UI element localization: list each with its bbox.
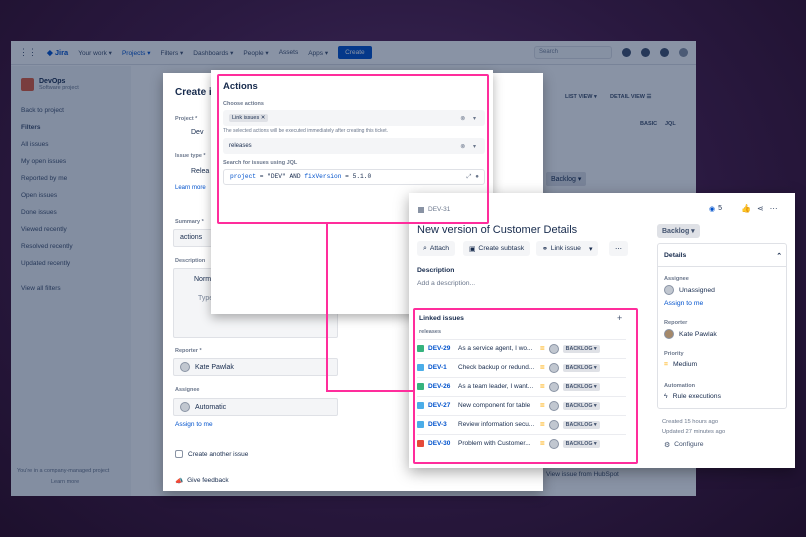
chevron-down-icon[interactable]: ▾	[589, 245, 592, 253]
link-issue-button[interactable]: ⚭ Link issue ▾	[536, 241, 599, 256]
create-another-checkbox[interactable]: Create another issue	[175, 450, 248, 458]
megaphone-icon: 📣	[175, 478, 184, 485]
attach-button[interactable]: ⌕ Attach	[417, 241, 456, 256]
create-subtask-button[interactable]: ▣ Create subtask	[463, 241, 531, 256]
reporter-label: Reporter *	[175, 348, 202, 354]
reporter-select[interactable]: Kate Pawlak	[173, 358, 338, 376]
share-icon[interactable]: ⋖	[757, 204, 770, 213]
give-feedback-label: Give feedback	[187, 477, 229, 484]
description-label: Description	[417, 267, 455, 274]
eye-icon: ◉	[709, 206, 716, 213]
details-title: Details	[664, 252, 687, 259]
subtask-label: Create subtask	[478, 245, 525, 252]
reporter-value: Kate Pawlak	[195, 363, 234, 371]
summary-label: Summary *	[175, 219, 204, 225]
reporter-value[interactable]: Kate Pawlak	[664, 329, 717, 339]
project-select[interactable]: Dev	[191, 129, 203, 136]
linked-issues-highlight-box	[413, 308, 638, 464]
details-panel: Details ⌃ Assignee Unassigned Assign to m…	[657, 243, 787, 409]
priority-medium-icon: =	[664, 361, 668, 368]
learn-more-type-link[interactable]: Learn more	[175, 185, 206, 191]
priority-text: Medium	[672, 361, 698, 368]
paperclip-icon: ⌕	[423, 244, 427, 252]
link-label: Link issue	[550, 245, 581, 252]
description-label: Description	[175, 258, 206, 264]
reporter-avatar	[180, 362, 190, 372]
connector-vertical	[326, 224, 328, 392]
assignee-avatar	[180, 402, 190, 412]
created-time: Created 15 hours ago	[662, 419, 719, 425]
status-button[interactable]: Backlog ▾	[657, 224, 700, 238]
assignee-label: Assignee	[664, 276, 689, 282]
like-icon[interactable]: 👍	[741, 204, 757, 213]
unassigned-avatar	[664, 285, 674, 295]
connector-horizontal	[326, 390, 414, 392]
attach-label: Attach	[429, 245, 450, 252]
assignee-label: Assignee	[175, 387, 200, 393]
header-actions: 👍⋖⋯	[741, 204, 784, 213]
status-label: Backlog	[662, 228, 690, 235]
details-divider	[658, 266, 786, 267]
assign-to-me-link[interactable]: Assign to me	[664, 300, 703, 307]
description-placeholder[interactable]: Add a description...	[417, 280, 475, 287]
checkbox-icon	[175, 450, 183, 458]
reporter-label: Reporter	[664, 320, 688, 326]
rule-executions-text: Rule executions	[672, 393, 721, 400]
assignee-value[interactable]: Unassigned	[664, 285, 715, 295]
priority-label: Priority	[664, 351, 684, 357]
give-feedback-link[interactable]: 📣 Give feedback	[175, 477, 229, 485]
issue-type-label: Issue type *	[175, 153, 206, 159]
priority-value[interactable]: = Medium	[664, 361, 697, 368]
assignee-select[interactable]: Automatic	[173, 398, 338, 416]
rule-executions-link[interactable]: ϟ Rule executions	[664, 393, 721, 400]
subtask-icon: ▣	[469, 245, 476, 253]
watch-button[interactable]: ◉ 5	[709, 205, 722, 213]
assignee-value: Automatic	[195, 403, 227, 411]
more-icon[interactable]: ⋯	[770, 204, 784, 213]
actions-highlight-box	[217, 74, 489, 224]
create-another-label: Create another issue	[188, 450, 249, 458]
automation-label: Automation	[664, 383, 696, 389]
configure-button[interactable]: ⚙ Configure	[664, 441, 704, 449]
assignee-text: Unassigned	[679, 286, 715, 294]
reporter-avatar	[664, 329, 674, 339]
chevron-up-icon: ⌃	[776, 253, 782, 260]
watch-count: 5	[718, 205, 723, 212]
link-icon: ⚭	[542, 245, 548, 253]
issue-type-select[interactable]: Relea	[191, 168, 209, 175]
reporter-text: Kate Pawlak	[679, 330, 717, 338]
gear-icon: ⚙	[664, 442, 671, 449]
details-header[interactable]: Details ⌃	[664, 252, 782, 260]
project-label: Project *	[175, 116, 198, 122]
updated-time: Updated 27 minutes ago	[662, 429, 726, 435]
lightning-icon: ϟ	[664, 393, 668, 400]
issue-title[interactable]: New version of Customer Details	[417, 224, 577, 236]
more-actions-button[interactable]: ⋯	[609, 241, 628, 256]
configure-label: Configure	[674, 441, 704, 448]
assign-to-me-link[interactable]: Assign to me	[175, 421, 213, 428]
